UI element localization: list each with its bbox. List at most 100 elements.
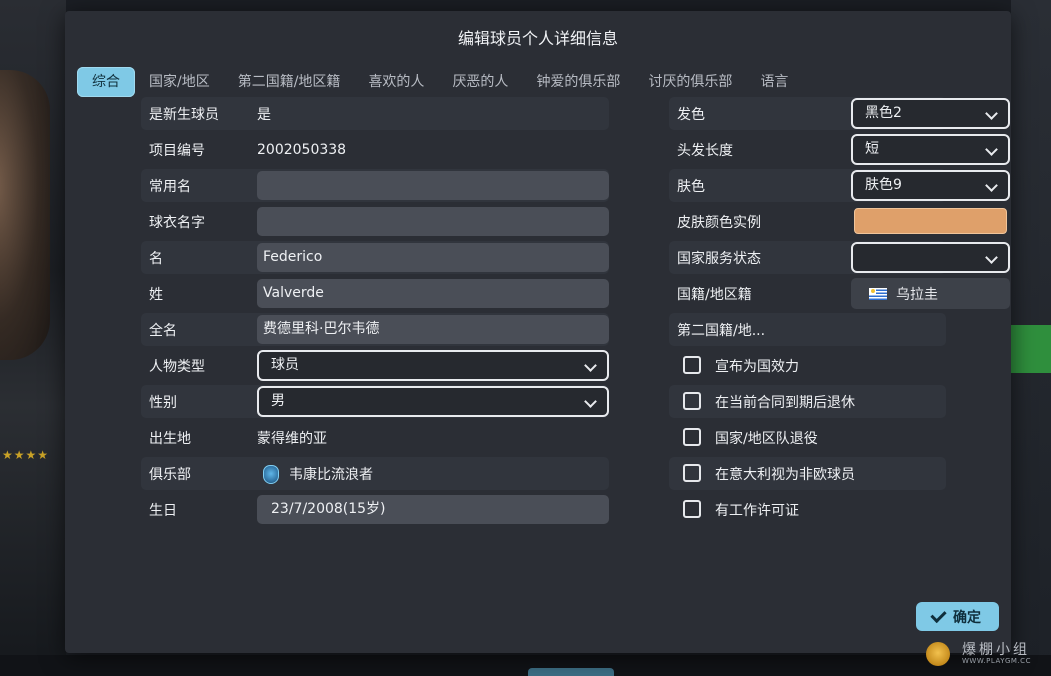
full-name-input[interactable]: 费德里科·巴尔韦德: [257, 315, 609, 344]
retire-after-contract-label: 在当前合同到期后退休: [715, 394, 855, 411]
retire-after-contract-checkbox[interactable]: [683, 392, 701, 410]
declared-for-nation-label: 宣布为国效力: [715, 358, 799, 375]
background-green-bar: [1011, 325, 1051, 373]
club-badge-icon: [263, 465, 279, 484]
skin-color-swatch: [854, 208, 1007, 234]
international-retired-checkbox[interactable]: [683, 428, 701, 446]
nationality-field[interactable]: 乌拉圭: [851, 278, 1010, 309]
dialog-title: 编辑球员个人详细信息: [457, 29, 618, 48]
row-second-nationality: 第二国籍/地...: [669, 313, 946, 346]
row-last-name: 姓 Valverde: [141, 277, 609, 310]
hair-length-select[interactable]: 短: [851, 134, 1010, 165]
tab-nation[interactable]: 国家/地区: [135, 67, 224, 97]
hair-length-label: 头发长度: [677, 142, 733, 159]
tab-favored-people[interactable]: 喜欢的人: [354, 67, 438, 97]
tab-favored-clubs[interactable]: 钟爱的俱乐部: [522, 67, 634, 97]
row-national-service: 国家服务状态: [669, 241, 1010, 274]
non-eu-italy-checkbox[interactable]: [683, 464, 701, 482]
gender-select[interactable]: 男: [257, 386, 609, 417]
club-label: 俱乐部: [149, 466, 191, 483]
nationality-label: 国籍/地区籍: [677, 286, 752, 303]
row-full-name: 全名 费德里科·巴尔韦德: [141, 313, 609, 346]
unique-id-value: 2002050338: [257, 141, 347, 158]
first-name-input[interactable]: Federico: [257, 243, 609, 272]
declared-for-nation-checkbox[interactable]: [683, 356, 701, 374]
background-star-rating: ★★★★: [2, 448, 50, 462]
shirt-name-label: 球衣名字: [149, 214, 205, 231]
birthplace-value[interactable]: 蒙得维的亚: [257, 428, 327, 448]
first-name-label: 名: [149, 250, 163, 267]
row-birthplace: 出生地 蒙得维的亚: [141, 421, 609, 454]
hair-color-label: 发色: [677, 106, 705, 123]
background-bottom-bar: [0, 655, 1051, 676]
row-hair-length: 头发长度 短: [669, 133, 1010, 166]
row-unique-id: 项目编号 2002050338: [141, 133, 609, 166]
edit-player-dialog: 编辑球员个人详细信息 综合 国家/地区 第二国籍/地区籍 喜欢的人 厌恶的人 钟…: [65, 11, 1011, 653]
watermark-text: 爆棚小组: [962, 642, 1030, 658]
confirm-label: 确定: [953, 609, 981, 626]
background-bottom-tab: [528, 668, 614, 676]
row-person-type: 人物类型 球员: [141, 349, 609, 382]
chevron-down-icon: [985, 107, 998, 120]
background-player-photo: [0, 70, 50, 360]
skin-tone-select[interactable]: 肤色9: [851, 170, 1010, 201]
gender-label: 性别: [149, 394, 177, 411]
tab-disliked-clubs[interactable]: 讨厌的俱乐部: [634, 67, 746, 97]
tab-languages[interactable]: 语言: [746, 67, 802, 97]
person-type-label: 人物类型: [149, 358, 205, 375]
birthplace-label: 出生地: [149, 430, 191, 447]
international-retired-label: 国家/地区队退役: [715, 430, 818, 447]
national-service-select[interactable]: [851, 242, 1010, 273]
row-birthday: 生日 23/7/2008(15岁): [141, 493, 609, 526]
gender-value: 男: [271, 393, 285, 409]
work-permit-checkbox[interactable]: [683, 500, 701, 518]
tab-general[interactable]: 综合: [77, 67, 135, 97]
uruguay-flag-icon: [869, 287, 887, 300]
common-name-input[interactable]: [257, 171, 609, 200]
chevron-down-icon: [985, 179, 998, 192]
newgen-label: 是新生球员: [149, 106, 219, 123]
row-first-name: 名 Federico: [141, 241, 609, 274]
person-type-value: 球员: [271, 357, 299, 373]
tab-bar: 综合 国家/地区 第二国籍/地区籍 喜欢的人 厌恶的人 钟爱的俱乐部 讨厌的俱乐…: [77, 67, 802, 97]
non-eu-italy-label: 在意大利视为非欧球员: [715, 466, 855, 483]
row-checkbox-retire: 在当前合同到期后退休: [669, 385, 946, 418]
common-name-label: 常用名: [149, 178, 191, 195]
watermark-url: WWW.PLAYGM.CC: [962, 657, 1031, 665]
skin-tone-label: 肤色: [677, 178, 705, 195]
confirm-button[interactable]: 确定: [916, 602, 999, 631]
club-link[interactable]: 韦康比流浪者: [257, 457, 557, 490]
row-skin-tone: 肤色 肤色9: [669, 169, 1010, 202]
tab-second-nationality[interactable]: 第二国籍/地区籍: [224, 67, 355, 97]
row-checkbox-work-permit: 有工作许可证: [669, 493, 946, 526]
shirt-name-input[interactable]: [257, 207, 609, 236]
chevron-down-icon: [584, 359, 597, 372]
second-nationality-label: 第二国籍/地...: [677, 322, 766, 339]
row-checkbox-declared: 宣布为国效力: [669, 349, 946, 382]
row-shirt-name: 球衣名字: [141, 205, 609, 238]
row-common-name: 常用名: [141, 169, 609, 202]
row-nationality: 国籍/地区籍 乌拉圭: [669, 277, 1010, 310]
full-name-label: 全名: [149, 322, 177, 339]
hair-color-value: 黑色2: [865, 105, 902, 121]
nationality-value: 乌拉圭: [896, 286, 938, 303]
last-name-input[interactable]: Valverde: [257, 279, 609, 308]
birthday-label: 生日: [149, 502, 177, 519]
hair-color-select[interactable]: 黑色2: [851, 98, 1010, 129]
unique-id-label: 项目编号: [149, 142, 205, 159]
work-permit-label: 有工作许可证: [715, 502, 799, 519]
national-service-label: 国家服务状态: [677, 250, 761, 267]
birthday-input[interactable]: 23/7/2008(15岁): [257, 495, 609, 524]
chevron-down-icon: [985, 143, 998, 156]
row-hair-color: 发色 黑色2: [669, 97, 1010, 130]
watermark-logo-icon: [926, 642, 950, 666]
chevron-down-icon: [985, 251, 998, 264]
tab-disliked-people[interactable]: 厌恶的人: [438, 67, 522, 97]
row-skin-sample: 皮肤颜色实例: [669, 205, 1007, 238]
newgen-value: 是: [257, 106, 271, 123]
person-type-select[interactable]: 球员: [257, 350, 609, 381]
club-value: 韦康比流浪者: [289, 467, 373, 483]
row-checkbox-intl-retired: 国家/地区队退役: [669, 421, 946, 454]
chevron-down-icon: [584, 395, 597, 408]
hair-length-value: 短: [865, 141, 879, 157]
